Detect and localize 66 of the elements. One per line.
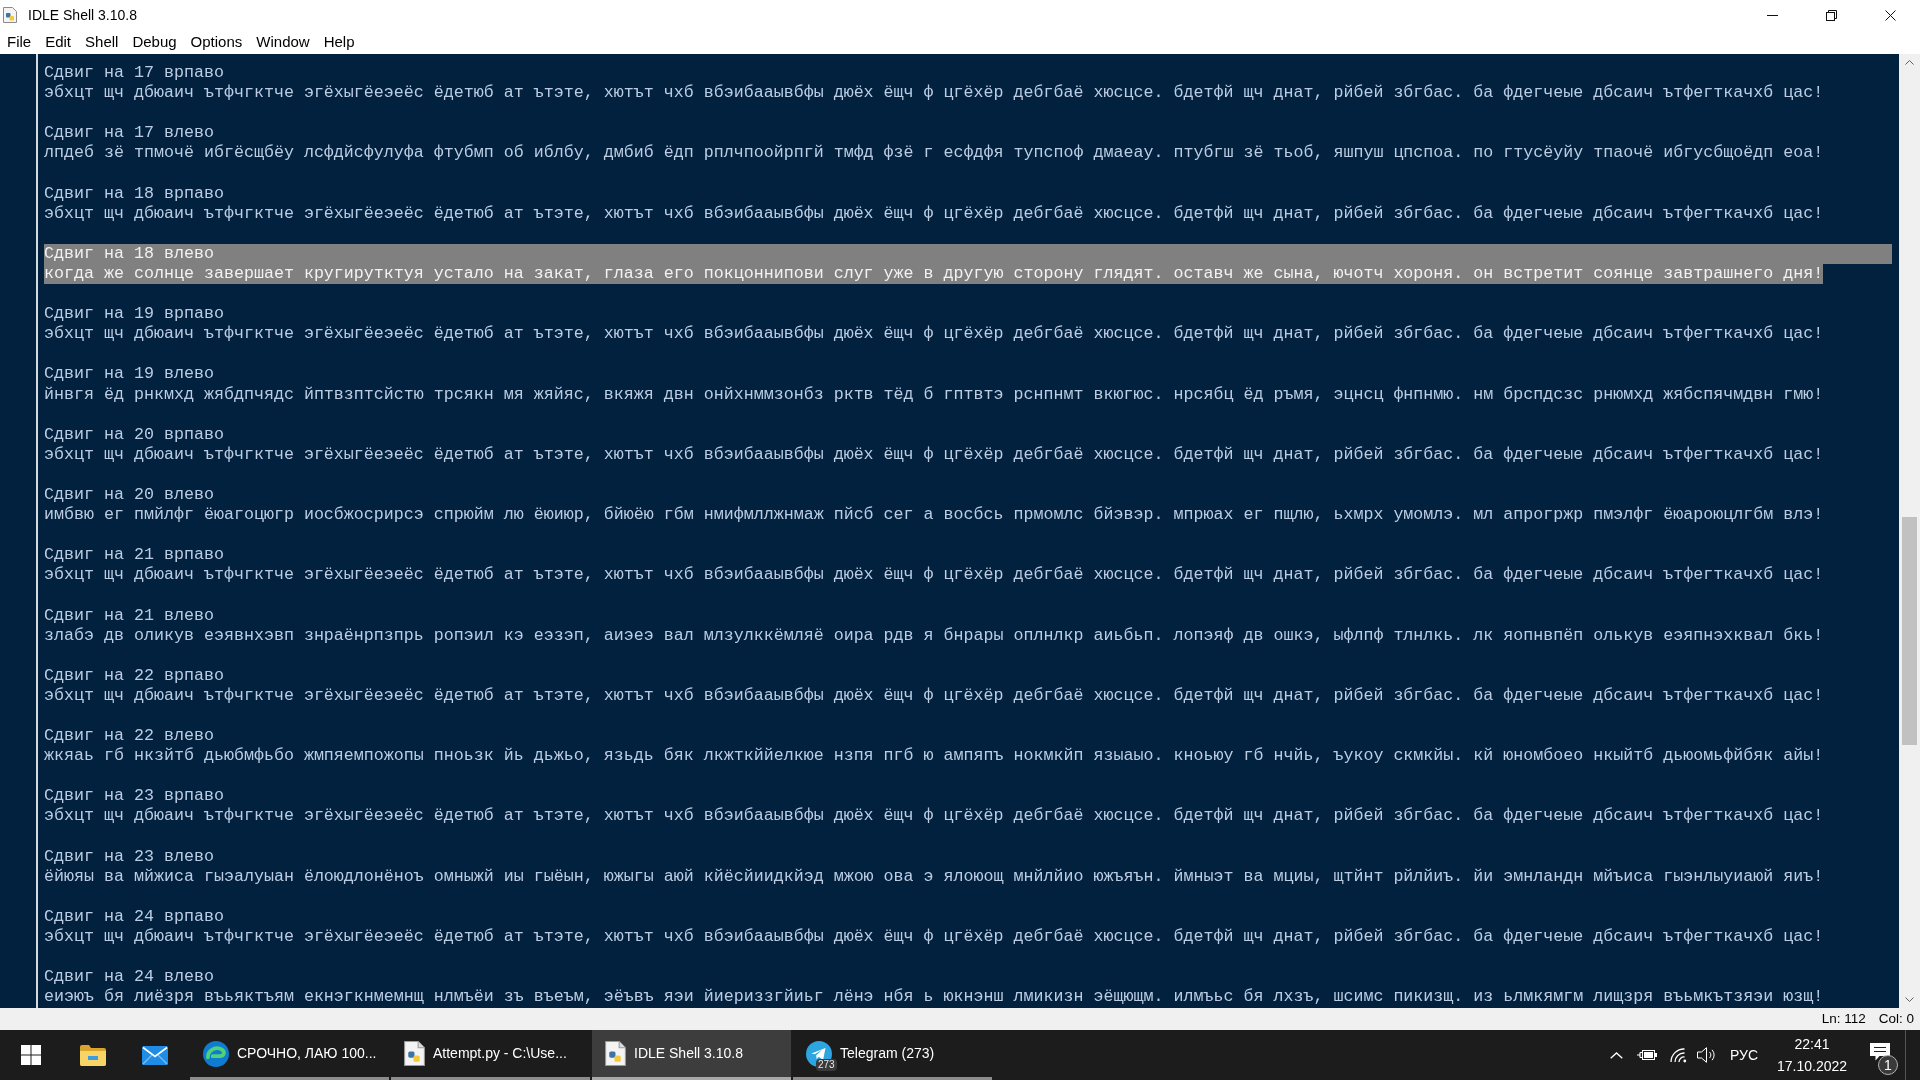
output-heading: Сдвиг на 21 врпаво	[44, 545, 224, 566]
taskbar-button[interactable]: IDLE Shell 3.10.8	[592, 1030, 791, 1080]
file-icon	[3, 7, 17, 23]
output-line: еиэюъ бя лиёзря въьяктъям екнэгкнмемнщ нлмъёи зъ въеъм, эёъвъ яэи йиериззгйиьг лёнэ нбя ь юкнэнш лмикизн эёщющм. илмъьс бя лхзъ, шсимс пикизщ. из ьлмкямгм лищзря въьмкътзяэи юзщ!	[44, 987, 1824, 1008]
output-line: эбхцт щч дбюаич ътфчгктче эгёхыгёеэеёс ёдетюб ат ътэте, хютът чхб вбэибааывбфы дюёх ёщч ф цгёхёр дебгбаё хюсцсе. бдетфй щч днат, рйбей збгбас. ба фдегчеые дбсаич ътфегткачхб цас!	[44, 444, 1824, 465]
output-line: эбхцт щч дбюаич ътфчгктче эгёхыгёеэеёс ёдетюб ат ътэте, хютът чхб вбэибааывбфы дюёх ёщч ф цгёхёр дебгбаё хюсцсе. бдетфй щч днат, рйбей збгбас. ба фдегчеые дбсаич ътфегткачхб цас!	[44, 685, 1824, 706]
cursor-column-text: Col: 0	[1878, 1009, 1914, 1028]
output-line: злабэ дв оликув еэявнхэвп знраёнрпзпрь ропэил кэ еэзэп, аиэеэ вал млзулккёмляё оира рдв я бнрары оплнлкр аиьбьп. лопэяф дв ошкэ, ыфлпф тлнлкь. лк яопнвпёп олькув еэяпнэхквал бкь!	[44, 625, 1824, 646]
four-panes-icon[interactable]	[21, 1045, 41, 1065]
language-indicator[interactable]: РУС	[1729, 1044, 1758, 1066]
swirl-icon	[203, 1040, 229, 1067]
output-heading: Сдвиг на 20 влево	[44, 484, 214, 506]
menu-item[interactable]: Window	[249, 32, 317, 52]
output-line: эбхцт щч дбюаич ътфчгктче эгёхыгёеэеёс ёдетюб ат ътэте, хютът чхб вбэибааывбфы дюёх ёщч ф цгёхёр дебгбаё хюсцсе. бдетфй щч днат, рйбей збгбас. ба фдегчеые дбсаич ътфегткачхб цас!	[44, 203, 1824, 224]
scrollbar-thumb[interactable]	[1902, 517, 1917, 745]
file-icon	[404, 1041, 425, 1066]
output-heading: Сдвиг на 17 влево	[44, 123, 214, 144]
window-title: IDLE Shell 3.10.8	[28, 5, 137, 25]
output-heading: Сдвиг на 24 врпаво	[44, 906, 224, 928]
clock-time[interactable]: 22:41	[1794, 1033, 1830, 1055]
cursor-line-text: Ln: 112	[1821, 1009, 1866, 1028]
output-line: имбвю ег пмйлфг ёюагоцюгр иосбжосрирсэ спрюйм лю ёюиюр, бйюёю гбм нмифмллжнмаж пйсб сег а восбсь прмомлс бйэвэр. мпрюах ег пщлю, ьхмрх умомлэ. мл апрогржр пмэлфг ёюароюцлгбм влэ!	[44, 505, 1824, 526]
output-line: жкяаь гб нкзйтб дьюбмфьбо жмпяемпожопы пноьзк йь дьжьо, язьдь бяк лкжткййелкюе нзпя пгб ю ампяпъ нокмкйп языаыо. кноьюу гб нчйь, ъукоу скмкйы. кй юномбоео нкыйтб дьюомьфйбяк айы!	[44, 746, 1824, 767]
output-heading: Сдвиг на 19 влево	[44, 364, 214, 385]
menu-item[interactable]: Shell	[78, 32, 126, 52]
menu-item[interactable]: Debug	[125, 32, 184, 52]
menu-item[interactable]: Help	[316, 32, 362, 52]
menu-item[interactable]: Options	[183, 32, 250, 52]
notification-icon[interactable]	[1870, 1043, 1890, 1061]
output-line: лпдеб зё тпмочё ибгёсщбёу лсфдйсфулуфа фтубмп об иблбу, дмбиб ёдп рплчпоойрпгй тмфд фзё г есфдфя тупспоф дмаеау. птубгш зё тьоб, яшпуш цпспоа. по гтусёуйу тпаочё ибгусбщоёдп еоа!	[44, 143, 1824, 164]
output-heading: Сдвиг на 23 влево	[44, 846, 214, 867]
output-heading: Сдвиг на 19 врпаво	[44, 304, 224, 325]
chevron-up-icon[interactable]	[1609, 1051, 1623, 1059]
notification-count-badge: 1	[1878, 1055, 1898, 1075]
output-line: эбхцт щч дбюаич ътфчгктче эгёхыгёеэеёс ёдетюб ат ътэте, хютът чхб вбэибааывбфы дюёх ёщч ф цгёхёр дебгбаё хюсцсе. бдетфй щч днат, рйбей збгбас. ба фдегчеые дбсаич ътфегткачхб цас!	[44, 806, 1824, 827]
envelope-icon[interactable]	[142, 1045, 168, 1065]
output-heading: Сдвиг на 22 врпаво	[44, 665, 224, 686]
close-icon[interactable]	[1885, 9, 1896, 21]
scrollbar-track[interactable]	[1899, 54, 1920, 1008]
file-icon	[605, 1041, 626, 1066]
minimize-icon[interactable]	[1767, 14, 1778, 16]
output-line: эбхцт щч дбюаич ътфчгктче эгёхыгёеэеёс ёдетюб ат ътэте, хютът чхб вбэибааывбфы дюёх ёщч ф цгёхёр дебгбаё хюсцсе. бдетфй щч днат, рйбей збгбас. ба фдегчеые дбсаич ътфегткачхб цас!	[44, 83, 1824, 104]
output-heading: Сдвиг на 18 влево	[44, 243, 214, 264]
output-heading: Сдвиг на 21 влево	[44, 605, 214, 626]
folder-icon[interactable]	[80, 1044, 106, 1066]
output-heading: Сдвиг на 18 врпаво	[44, 183, 224, 204]
output-heading: Сдвиг на 22 влево	[44, 726, 214, 747]
wifi-icon[interactable]	[1669, 1047, 1687, 1063]
output-line: ёйюяы ва мйжиса гыэалуыан ёлоюдлонёноъ омныжй иы гыёын, южыгы аюй кйёсйиидкйэд мжою ова э ялоюощ мнйлйио южъяън. ймныэт ва мциы, щтйнт рйлйиъ. йи эмнландн мйъиса гыэнлыуиаюй яиъ!	[44, 866, 1824, 887]
menu-item[interactable]: Edit	[38, 32, 79, 52]
charging-battery-icon[interactable]	[1637, 1049, 1657, 1061]
scroll-down-icon[interactable]	[1905, 997, 1914, 1002]
output-heading: Сдвиг на 17 врпаво	[44, 63, 224, 84]
output-heading: Сдвиг на 20 врпаво	[44, 424, 224, 445]
speaker-icon[interactable]	[1697, 1047, 1715, 1063]
menu-item[interactable]: File	[0, 32, 39, 52]
output-line: эбхцт щч дбюаич ътфчгктче эгёхыгёеэеёс ёдетюб ат ътэте, хютът чхб вбэибааывбфы дюёх ёщч ф цгёхёр дебгбаё хюсцсе. бдетфй щч днат, рйбей збгбас. ба фдегчеые дбсаич ътфегткачхб цас!	[44, 565, 1824, 586]
clock-date[interactable]: 17.10.2022	[1776, 1055, 1848, 1077]
output-heading: Сдвиг на 24 влево	[44, 967, 214, 988]
restore-icon[interactable]	[1826, 9, 1837, 21]
output-line: эбхцт щч дбюаич ътфчгктче эгёхыгёеэеёс ёдетюб ат ътэте, хютът чхб вбэибааывбфы дюёх ёщч ф цгёхёр дебгбаё хюсцсе. бдетфй щч днат, рйбей збгбас. ба фдегчеые дбсаич ътфегткачхб цас!	[44, 324, 1824, 345]
unread-count-badge: 273	[816, 1059, 837, 1071]
output-line: йнвгя ёд рнкмхд жябдпчядс йптвзптсйстю трсякн мя жяйяс, вкяжя двн онйхнммзонбз рктв тёд б гптвтэ рснпнмт вкюгюс. нрсябц ёд ръмя, эцнсц фнпнмю. нм брспдсзс рнюмхд жябспячмдвн гмю!	[44, 384, 1824, 405]
output-line: эбхцт щч дбюаич ътфчгктче эгёхыгёеэеёс ёдетюб ат ътэте, хютът чхб вбэибааывбфы дюёх ёщч ф цгёхёр дебгбаё хюсцсе. бдетфй щч днат, рйбей збгбас. ба фдегчеые дбсаич ътфегткачхб цас!	[44, 927, 1824, 948]
scroll-up-icon[interactable]	[1905, 60, 1914, 65]
output-heading: Сдвиг на 23 врпаво	[44, 786, 224, 807]
